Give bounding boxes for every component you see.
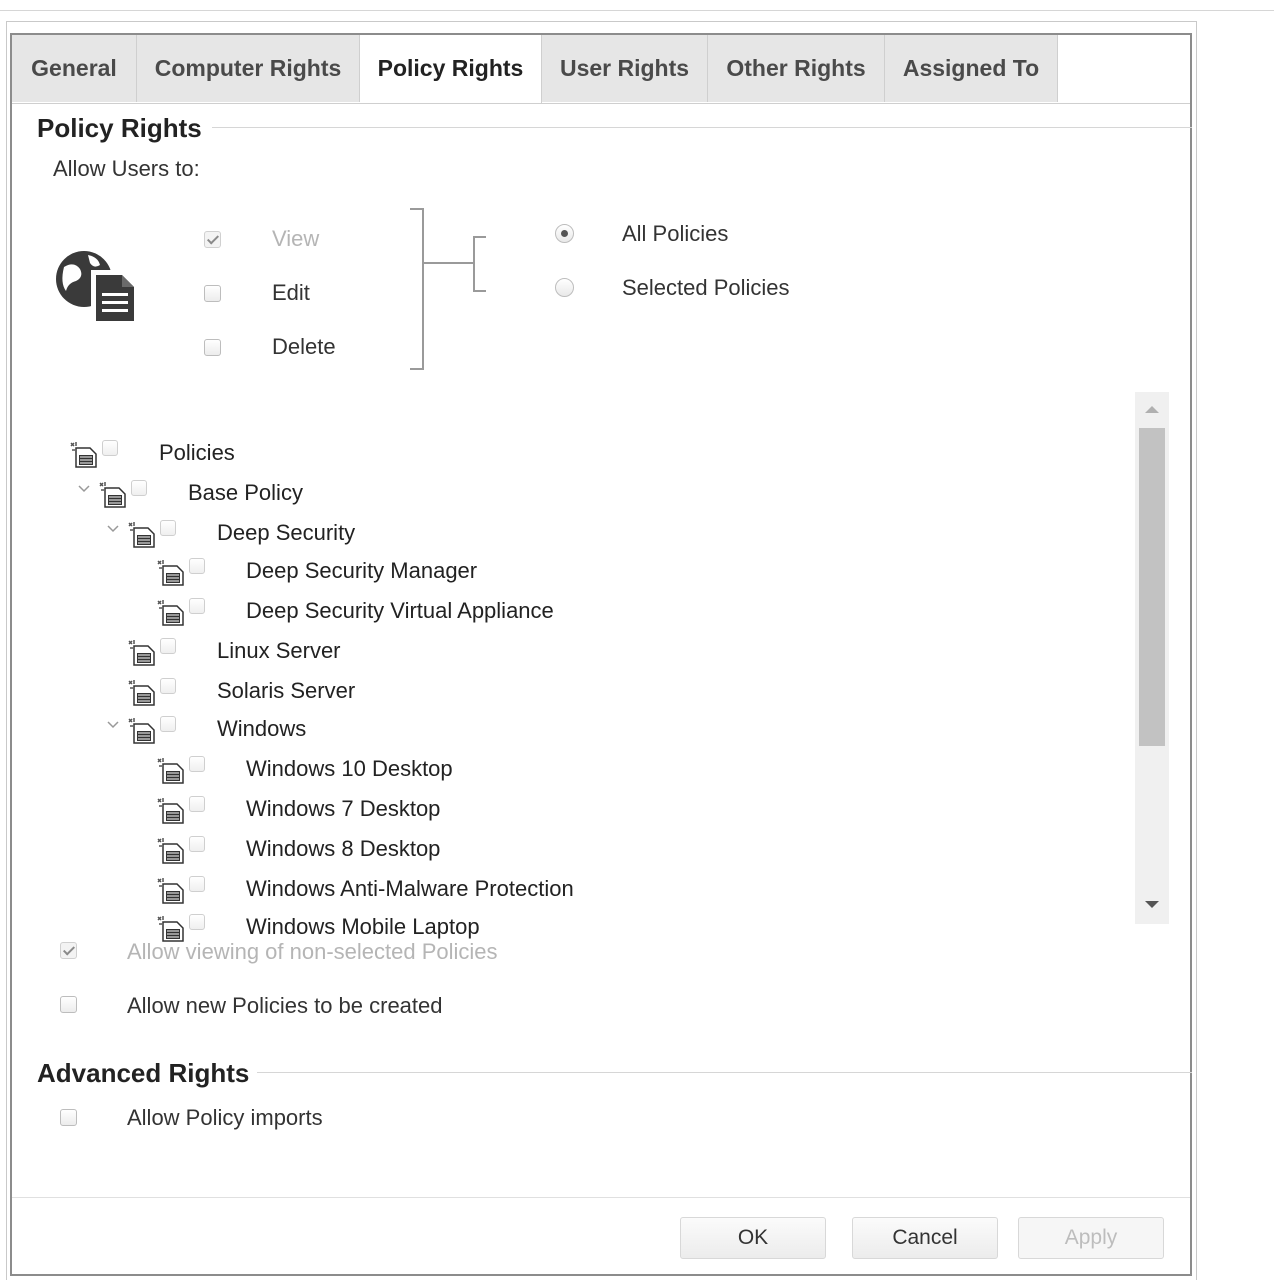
tree-node-label: Deep Security [217, 520, 356, 545]
tree-node-label: Windows 8 Desktop [246, 836, 441, 861]
tree-node[interactable]: Deep Security Manager [38, 552, 1118, 590]
edit-label: Edit [272, 280, 310, 305]
tree-node-checkbox[interactable] [160, 638, 176, 654]
tree-node-label: Deep Security Virtual Appliance [246, 598, 554, 623]
chevron-down-icon[interactable] [77, 482, 91, 496]
tab-computer-rights[interactable]: Computer Rights [137, 35, 360, 102]
policy-rights-heading: Policy Rights [37, 113, 202, 143]
tree-node[interactable]: Solaris Server [38, 672, 1118, 710]
tree-node-checkbox[interactable] [189, 756, 205, 772]
tree-node[interactable]: Windows 8 Desktop [38, 830, 1118, 868]
tree-node[interactable]: Base Policy [38, 474, 1118, 512]
tree-node-label: Windows [217, 716, 307, 741]
tree-node-checkbox[interactable] [189, 598, 205, 614]
all-policies-label: All Policies [622, 221, 729, 246]
delete-checkbox[interactable] [204, 339, 221, 356]
scroll-down-arrow-icon[interactable] [1145, 901, 1159, 908]
allow-new-policies-label: Allow new Policies to be created [127, 993, 443, 1018]
delete-label: Delete [272, 334, 336, 359]
tree-scrollbar[interactable] [1135, 392, 1169, 924]
tree-node-checkbox[interactable] [189, 876, 205, 892]
tree-node-checkbox[interactable] [160, 716, 176, 732]
tree-node-checkbox[interactable] [160, 520, 176, 536]
view-label: View [272, 226, 320, 251]
globe-document-icon [56, 251, 139, 326]
policy-icon [126, 520, 156, 548]
tab-assigned-to[interactable]: Assigned To [885, 35, 1058, 102]
policy-icon [126, 678, 156, 706]
policy-icon [97, 480, 127, 508]
tree-node-label: Windows 7 Desktop [246, 796, 441, 821]
tree-node[interactable]: Deep Security [38, 514, 1118, 552]
tree-node-label: Windows Mobile Laptop [246, 914, 480, 939]
tree-node[interactable]: Linux Server [38, 632, 1118, 670]
cancel-button[interactable]: Cancel [852, 1217, 998, 1259]
apply-button[interactable]: Apply [1018, 1217, 1164, 1259]
tree-node-checkbox[interactable] [189, 558, 205, 574]
tree-node-checkbox[interactable] [160, 678, 176, 694]
tree-node-label: Deep Security Manager [246, 558, 478, 583]
tree-node-label: Windows 10 Desktop [246, 756, 453, 781]
tree-node[interactable]: Windows [38, 710, 1118, 748]
chevron-down-icon[interactable] [106, 718, 120, 732]
advanced-rights-heading: Advanced Rights [37, 1058, 250, 1088]
tree-node[interactable]: Windows 10 Desktop [38, 750, 1118, 788]
footer-divider [12, 1197, 1190, 1198]
chevron-down-icon[interactable] [106, 522, 120, 536]
tree-node-label: Windows Anti-Malware Protection [246, 876, 574, 901]
tree-node-label: Base Policy [188, 480, 303, 505]
policy-icon [155, 796, 185, 824]
tree-node-label: Policies [159, 440, 235, 465]
allow-viewing-non-selected-label: Allow viewing of non-selected Policies [127, 939, 498, 964]
tree-node-checkbox[interactable] [102, 440, 118, 456]
tab-general[interactable]: General [12, 35, 137, 102]
tree-node-label: Solaris Server [217, 678, 356, 703]
ok-button[interactable]: OK [680, 1217, 826, 1259]
policy-rights-dialog: General Computer Rights Policy Rights Us… [10, 33, 1192, 1276]
scroll-up-arrow-icon[interactable] [1145, 406, 1159, 413]
tree-node-checkbox[interactable] [189, 836, 205, 852]
tab-policy-rights[interactable]: Policy Rights [360, 35, 542, 103]
edit-checkbox[interactable] [204, 285, 221, 302]
policy-icon [155, 876, 185, 904]
selected-policies-label: Selected Policies [622, 275, 790, 300]
allow-viewing-non-selected-checkbox[interactable] [60, 942, 77, 959]
top-divider [0, 10, 1274, 11]
all-policies-radio[interactable] [555, 224, 574, 243]
policy-icon [126, 716, 156, 744]
selected-policies-radio[interactable] [555, 278, 574, 297]
policy-icon [68, 440, 98, 468]
policy-icon [155, 756, 185, 784]
tree-node-checkbox[interactable] [131, 480, 147, 496]
tree-node[interactable]: Windows Anti-Malware Protection [38, 870, 1118, 908]
policy-icon [155, 598, 185, 626]
policy-icon [155, 914, 185, 942]
permission-scope-connector [410, 208, 486, 370]
scroll-thumb[interactable] [1139, 428, 1165, 746]
tree-node[interactable]: Deep Security Virtual Appliance [38, 592, 1118, 630]
tree-node[interactable]: Policies [38, 434, 1118, 472]
policy-tree: Policies Base Policy Deep Security Deep Sec… [38, 392, 1168, 942]
allow-new-policies-checkbox[interactable] [60, 996, 77, 1013]
view-checkbox[interactable] [204, 231, 221, 248]
tab-user-rights[interactable]: User Rights [542, 35, 708, 102]
tree-node-checkbox[interactable] [189, 914, 205, 930]
tree-node[interactable]: Windows 7 Desktop [38, 790, 1118, 828]
policy-icon [126, 638, 156, 666]
tree-node-label: Linux Server [217, 638, 341, 663]
allow-policy-imports-checkbox[interactable] [60, 1109, 77, 1126]
allow-users-to-label: Allow Users to: [53, 156, 200, 181]
policy-icon [155, 836, 185, 864]
tab-bar: General Computer Rights Policy Rights Us… [12, 35, 1190, 104]
allow-policy-imports-label: Allow Policy imports [127, 1105, 323, 1130]
advanced-rights-rule [257, 1072, 1192, 1073]
tree-node-checkbox[interactable] [189, 796, 205, 812]
tab-other-rights[interactable]: Other Rights [708, 35, 885, 102]
policy-icon [155, 558, 185, 586]
policy-rights-rule [212, 127, 1192, 128]
